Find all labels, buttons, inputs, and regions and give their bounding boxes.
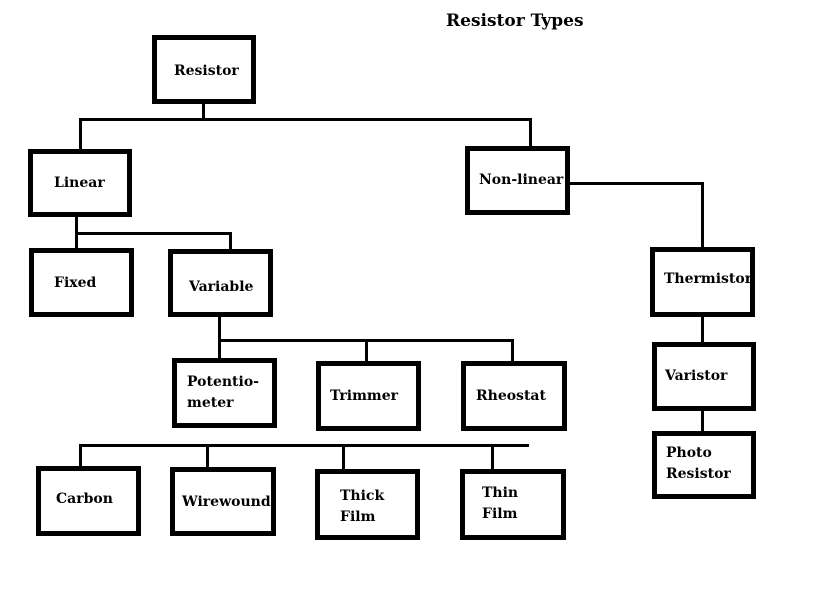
node-varistor: Varistor [652, 342, 756, 411]
node-label-trimmer: Trimmer [330, 388, 399, 404]
connector-varistor-photo [701, 409, 704, 433]
connector-nonlinear-right [568, 182, 704, 185]
connector-top-bus [79, 118, 532, 121]
connector-to-thin-film [491, 444, 494, 471]
node-linear: Linear [28, 149, 132, 217]
node-thin-film: Thin Film [460, 469, 566, 540]
node-label-nonlinear: Non-linear [479, 172, 564, 188]
node-fixed: Fixed [29, 248, 134, 317]
node-potentiometer: Potentio- meter [172, 358, 277, 428]
node-label-wirewound: Wirewound [182, 494, 271, 510]
node-thermistor: Thermistor [650, 247, 755, 317]
diagram-canvas: Resistor Types Resistor Linear Non-linea… [0, 0, 816, 612]
node-label-variable: Variable [189, 279, 254, 295]
connector-resistor-stem [202, 102, 205, 119]
node-label-potentiometer: Potentio- meter [187, 374, 259, 411]
node-wirewound: Wirewound [170, 467, 276, 536]
node-trimmer: Trimmer [316, 361, 421, 431]
node-resistor: Resistor [152, 35, 256, 104]
node-label-varistor: Varistor [665, 368, 728, 384]
diagram-title: Resistor Types [446, 11, 584, 31]
node-rheostat: Rheostat [461, 361, 567, 431]
node-label-rheostat: Rheostat [476, 388, 546, 404]
connector-to-nonlinear [529, 118, 532, 148]
node-label-thick-film: Thick Film [340, 488, 385, 525]
node-label-thin-film: Thin Film [482, 485, 519, 522]
node-label-carbon: Carbon [56, 491, 113, 507]
node-label-thermistor: Thermistor [664, 271, 753, 287]
node-label-linear: Linear [54, 175, 105, 191]
connector-to-trimmer [365, 339, 368, 363]
node-carbon: Carbon [36, 466, 141, 536]
connector-linear-bus [75, 232, 232, 235]
node-photo-resistor: Photo Resistor [652, 431, 756, 499]
connector-to-carbon [79, 444, 82, 468]
node-label-fixed: Fixed [54, 275, 97, 291]
connector-bottom-bus [79, 444, 529, 447]
connector-thermistor-varistor [701, 315, 704, 344]
connector-to-thermistor [701, 182, 704, 249]
node-thick-film: Thick Film [315, 469, 420, 540]
node-label-resistor: Resistor [174, 63, 239, 79]
node-label-photo-resistor: Photo Resistor [666, 445, 731, 482]
connector-to-wirewound [206, 444, 209, 469]
connector-variable-stem [218, 315, 221, 360]
connector-to-linear [79, 118, 82, 151]
connector-to-thick-film [342, 444, 345, 471]
node-nonlinear: Non-linear [465, 146, 570, 215]
node-variable: Variable [168, 249, 273, 317]
